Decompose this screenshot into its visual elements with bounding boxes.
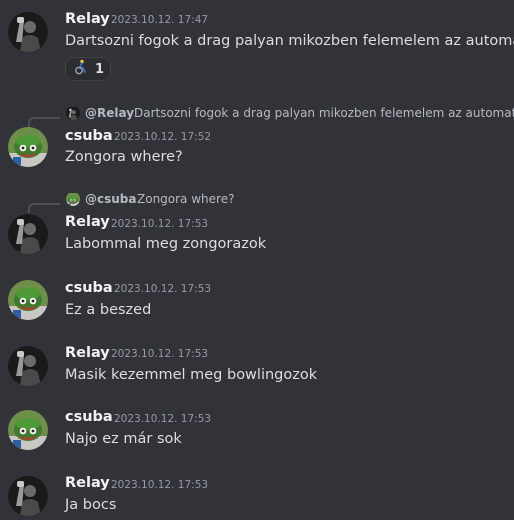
- message-text: Masik kezemmel meg bowlingozok: [65, 367, 318, 383]
- relay-avatar[interactable]: [8, 476, 48, 516]
- message-text: Ja bocs: [65, 497, 117, 513]
- reaction-button[interactable]: 1: [65, 57, 111, 81]
- message-timestamp: 2023.10.12. 17:53: [114, 413, 212, 425]
- message-author[interactable]: Relay: [65, 214, 110, 230]
- csuba-avatar[interactable]: [8, 280, 48, 320]
- message-timestamp: 2023.10.12. 17:53: [111, 479, 209, 491]
- reply-username[interactable]: @Relay: [85, 106, 134, 120]
- wheelchair-person-icon: [73, 59, 89, 79]
- relay-avatar[interactable]: [8, 12, 48, 52]
- message-text: Najo ez már sok: [65, 431, 182, 447]
- reply-connector: [28, 203, 60, 213]
- reply-avatar: [66, 106, 80, 120]
- relay-avatar[interactable]: [8, 214, 48, 254]
- message-text: Ez a beszed: [65, 302, 152, 318]
- reply-connector: [28, 117, 60, 127]
- message-text: Zongora where?: [65, 149, 183, 165]
- relay-avatar[interactable]: [8, 346, 48, 386]
- reply-preview-text[interactable]: Zongora where?: [137, 192, 234, 206]
- reaction-count: 1: [95, 61, 105, 77]
- message-timestamp: 2023.10.12. 17:52: [114, 131, 212, 143]
- message-author[interactable]: csuba: [65, 128, 113, 144]
- message-timestamp: 2023.10.12. 17:53: [111, 218, 209, 230]
- message-author[interactable]: Relay: [65, 475, 110, 491]
- message-author[interactable]: csuba: [65, 409, 113, 425]
- message-text: Labommal meg zongorazok: [65, 236, 267, 252]
- message-author[interactable]: csuba: [65, 280, 113, 296]
- reply-avatar: [66, 192, 80, 206]
- csuba-avatar[interactable]: [8, 410, 48, 450]
- message-timestamp: 2023.10.12. 17:47: [111, 14, 209, 26]
- reply-username[interactable]: @csuba: [85, 192, 137, 206]
- message-timestamp: 2023.10.12. 17:53: [111, 348, 209, 360]
- message-author[interactable]: Relay: [65, 11, 110, 27]
- message-timestamp: 2023.10.12. 17:53: [114, 283, 212, 295]
- csuba-avatar[interactable]: [8, 127, 48, 167]
- message-author[interactable]: Relay: [65, 345, 110, 361]
- reply-preview-text[interactable]: Dartsozni fogok a drag palyan mikozben f…: [134, 106, 514, 120]
- message-text: Dartsozni fogok a drag palyan mikozben f…: [65, 33, 514, 49]
